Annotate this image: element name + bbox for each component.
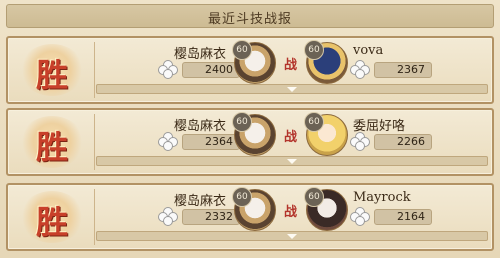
result-badge: 胜 xyxy=(14,42,90,98)
score-value: 2164 xyxy=(397,210,425,223)
flower-icon xyxy=(350,132,370,151)
score-value: 2367 xyxy=(397,63,425,76)
player-left-score: 2332 xyxy=(182,209,240,225)
divider xyxy=(94,114,95,170)
score-value: 2266 xyxy=(397,135,425,148)
chevron-down-icon xyxy=(287,159,297,164)
player-right-name: Mayrock xyxy=(353,190,411,205)
flower-icon xyxy=(350,60,370,79)
player-left-level: 60 xyxy=(232,40,252,60)
score-value: 2364 xyxy=(205,135,233,148)
vs-label: 战 xyxy=(284,205,298,220)
battle-record[interactable]: 胜 樱岛麻衣 2332 60 战 60 Mayrock 2164 xyxy=(6,183,494,251)
player-left-level: 60 xyxy=(232,187,252,207)
player-right-score: 2367 xyxy=(374,62,432,78)
vs-label: 战 xyxy=(284,58,298,73)
flower-icon xyxy=(158,207,178,226)
flower-icon xyxy=(158,60,178,79)
result-label: 胜 xyxy=(35,203,68,241)
player-left-name: 樱岛麻衣 xyxy=(173,119,226,134)
chevron-down-icon xyxy=(287,87,297,92)
player-left-level: 60 xyxy=(232,112,252,132)
player-left-name: 樱岛麻衣 xyxy=(173,194,226,209)
player-right-level: 60 xyxy=(304,187,324,207)
flower-icon xyxy=(158,132,178,151)
score-value: 2400 xyxy=(205,63,233,76)
expand-button[interactable] xyxy=(96,156,488,166)
result-label: 胜 xyxy=(35,128,68,166)
player-right-level: 60 xyxy=(304,112,324,132)
player-right-score: 2266 xyxy=(374,134,432,150)
player-right-name: vova xyxy=(353,43,384,58)
vs-label: 战 xyxy=(284,130,298,145)
battle-record[interactable]: 胜 樱岛麻衣 2400 60 战 60 vova 2367 xyxy=(6,36,494,104)
result-label: 胜 xyxy=(35,56,68,94)
result-badge: 胜 xyxy=(14,189,90,245)
player-left-name: 樱岛麻衣 xyxy=(173,47,226,62)
battle-record[interactable]: 胜 樱岛麻衣 2364 60 战 60 委屈好咯 2266 xyxy=(6,108,494,176)
player-right-score: 2164 xyxy=(374,209,432,225)
flower-icon xyxy=(350,207,370,226)
divider xyxy=(94,189,95,245)
expand-button[interactable] xyxy=(96,231,488,241)
expand-button[interactable] xyxy=(96,84,488,94)
panel-title: 最近斗技战报 xyxy=(207,12,292,27)
player-left-score: 2364 xyxy=(182,134,240,150)
panel-header: 最近斗技战报 xyxy=(6,4,494,28)
result-badge: 胜 xyxy=(14,114,90,170)
player-right-level: 60 xyxy=(304,40,324,60)
divider xyxy=(94,42,95,98)
battle-report-panel: 最近斗技战报 胜 樱岛麻衣 2400 60 战 60 vova 2367 胜 樱… xyxy=(0,0,500,258)
score-value: 2332 xyxy=(205,210,233,223)
player-left-score: 2400 xyxy=(182,62,240,78)
chevron-down-icon xyxy=(287,234,297,239)
